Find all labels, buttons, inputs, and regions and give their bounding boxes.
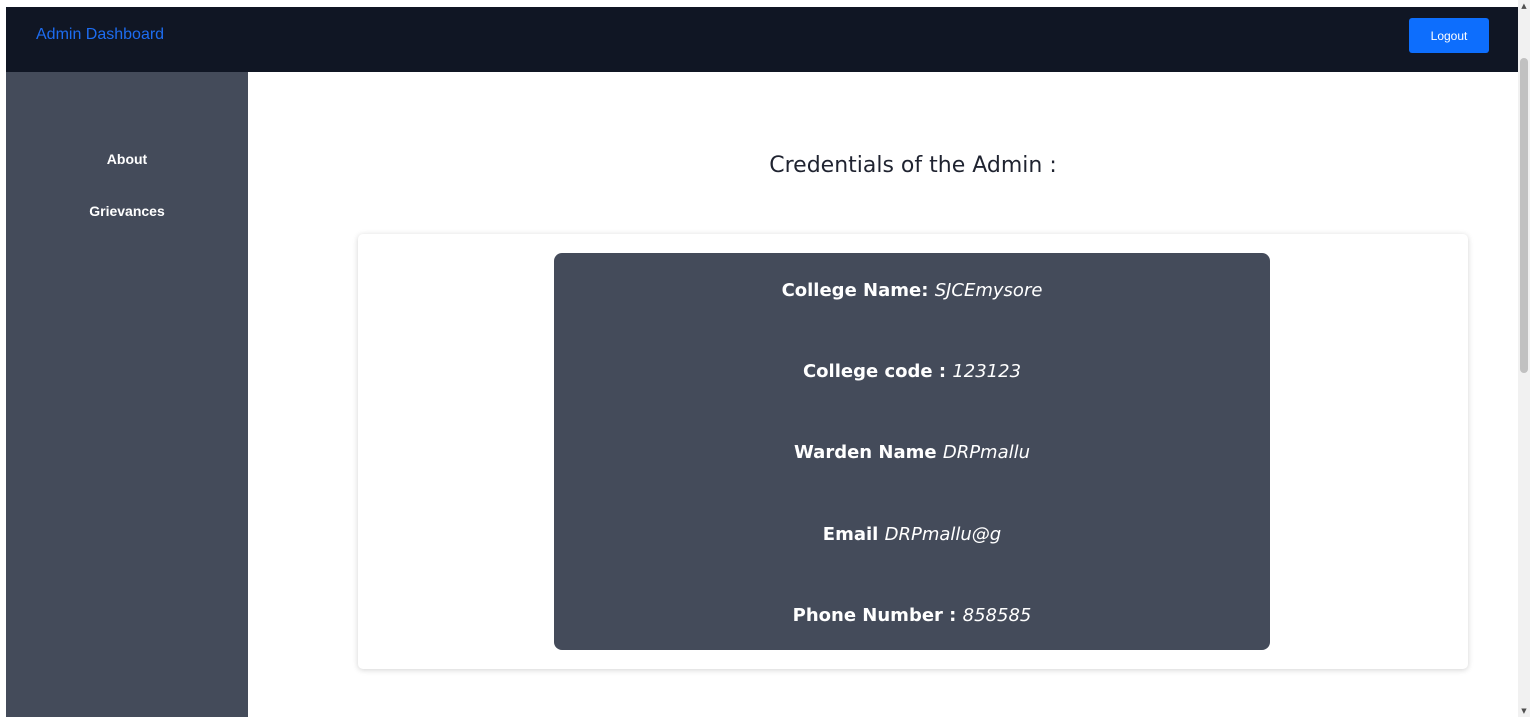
phone-number-label: Phone Number : [792, 605, 963, 626]
email-value: DRPmallu@g [884, 524, 1002, 545]
warden-name-row: Warden Name DRPmallu [554, 442, 1270, 463]
brand-link[interactable]: Admin Dashboard [36, 26, 164, 44]
sidebar-item-about[interactable]: About [6, 151, 248, 167]
college-code-label: College code : [802, 361, 953, 382]
email-label: Email [822, 524, 885, 545]
college-name-row: College Name: SJCEmysore [554, 280, 1270, 301]
sidebar-item-grievances[interactable]: Grievances [6, 203, 248, 219]
app-frame: Admin Dashboard Logout About Grievances … [0, 0, 1530, 717]
logout-button[interactable]: Logout [1409, 18, 1489, 53]
page-scrollbar[interactable]: ▲ ▼ [1518, 0, 1530, 717]
scrollbar-thumb[interactable] [1520, 58, 1528, 373]
warden-name-label: Warden Name [793, 442, 943, 463]
scroll-up-icon[interactable]: ▲ [1518, 0, 1530, 12]
scroll-down-icon[interactable]: ▼ [1518, 705, 1530, 717]
top-strip [0, 0, 1530, 7]
page-title: Credentials of the Admin : [769, 153, 1057, 178]
sidebar: About Grievances [6, 72, 248, 717]
phone-number-row: Phone Number : 858585 [554, 605, 1270, 626]
credentials-panel: College Name: SJCEmysore College code : … [554, 253, 1270, 650]
email-row: Email DRPmallu@g [554, 524, 1270, 545]
main-content: Credentials of the Admin : College Name:… [248, 72, 1518, 717]
college-code-row: College code : 123123 [554, 361, 1270, 382]
college-code-value: 123123 [952, 361, 1022, 382]
college-name-label: College Name: [781, 280, 935, 301]
phone-number-value: 858585 [962, 605, 1032, 626]
college-name-value: SJCEmysore [934, 280, 1043, 301]
top-navbar: Admin Dashboard Logout [6, 7, 1518, 72]
credentials-card: College Name: SJCEmysore College code : … [358, 234, 1468, 669]
warden-name-value: DRPmallu [942, 442, 1031, 463]
